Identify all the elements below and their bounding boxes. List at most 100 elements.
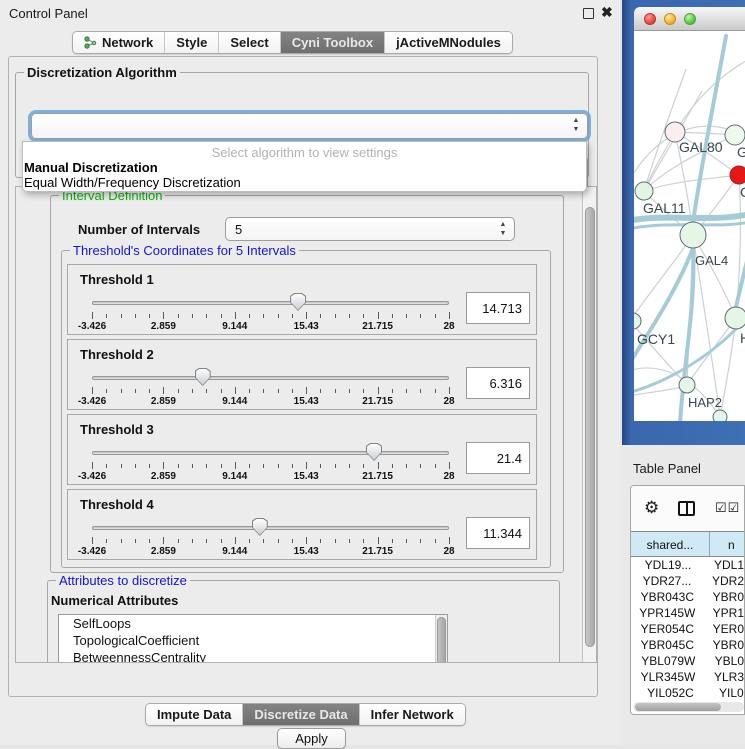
table-rows: YDL19...YDL1YDR27...YDR2YBR043CYBR0YPR14… (631, 558, 744, 698)
close-window-icon[interactable] (644, 13, 656, 25)
threshold-slider[interactable]: -3.4262.8599.14415.4321.71528 (92, 365, 449, 411)
network-node-label: GCY1 (637, 331, 675, 347)
close-icon[interactable]: ✖ (601, 4, 613, 21)
tab-network[interactable]: Network (73, 32, 165, 53)
network-node-label: GAL80 (679, 139, 723, 155)
attributes-group-title: Attributes to discretize (56, 573, 190, 588)
slider-thumb[interactable] (195, 368, 211, 386)
table-header: shared... n (631, 531, 744, 557)
threshold-value-field[interactable]: 21.4 (466, 442, 530, 474)
threshold-slider[interactable]: -3.4262.8599.14415.4321.71528 (92, 515, 449, 561)
scrollbar-thumb[interactable] (437, 617, 446, 663)
slider-ticks (92, 386, 449, 395)
tab-cyni-toolbox[interactable]: Cyni Toolbox (281, 32, 385, 53)
columns-icon[interactable] (678, 501, 695, 516)
threshold-row: Threshold 1 -3.4262.8599.14415.4321.7152… (67, 264, 537, 335)
settings-vertical-scrollbar[interactable] (582, 187, 596, 662)
table-panel-title: Table Panel (633, 461, 701, 476)
table-row[interactable]: YIL052CYIL0 (631, 686, 744, 698)
slider-tick-labels: -3.4262.8599.14415.4321.71528 (92, 321, 449, 333)
float-panel-icon[interactable] (583, 8, 594, 19)
slider-thumb[interactable] (252, 518, 268, 536)
network-node[interactable] (713, 410, 727, 421)
table-row[interactable]: YDL19...YDL1 (631, 558, 744, 574)
attribute-list-item[interactable]: TopologicalCoefficient (59, 632, 447, 649)
gear-icon[interactable]: ⚙ (644, 498, 659, 518)
network-node[interactable] (634, 313, 641, 329)
panel-title: Control Panel (9, 6, 88, 21)
tab-network-label: Network (102, 35, 153, 50)
algorithm-combobox[interactable]: ▲▼ (31, 113, 588, 139)
threshold-slider[interactable]: -3.4262.8599.14415.4321.71528 (92, 290, 449, 336)
table-row[interactable]: YLR345WYLR3 (631, 670, 744, 686)
slider-track[interactable] (92, 451, 449, 455)
threshold-value-field[interactable]: 14.713 (466, 292, 530, 324)
tab-jactivemnodules[interactable]: jActiveMNodules (385, 32, 512, 53)
control-panel: Control Panel ✖ Network Style Select Cyn… (0, 0, 620, 745)
table-row[interactable]: YPR145WYPR1 (631, 606, 744, 622)
table-row[interactable]: YDR27...YDR2 (631, 574, 744, 590)
table-panel: ⚙ ☑☑ shared... n YDL19...YDL1YDR27...YDR… (630, 485, 745, 715)
apply-button[interactable]: Apply (277, 728, 346, 749)
combo-stepper-icon: ▲▼ (570, 116, 582, 134)
slider-track[interactable] (92, 376, 449, 380)
tab-style[interactable]: Style (165, 32, 219, 53)
threshold-slider[interactable]: -3.4262.8599.14415.4321.71528 (92, 440, 449, 486)
slider-track[interactable] (92, 301, 449, 305)
table-row[interactable]: YER054CYER0 (631, 622, 744, 638)
tab-discretize-data[interactable]: Discretize Data (243, 704, 359, 725)
threshold-value-field[interactable]: 11.344 (466, 517, 530, 549)
popup-item-equal-width-frequency[interactable]: Equal Width/Frequency Discretization (24, 175, 241, 190)
number-of-intervals-combobox[interactable]: 5 ▲▼ (225, 217, 515, 241)
numerical-attributes-list[interactable]: SelfLoopsTopologicalCoefficientBetweenne… (58, 614, 448, 663)
attribute-list-item[interactable]: SelfLoops (59, 615, 447, 632)
thresholds-group-title: Threshold's Coordinates for 5 Intervals (70, 243, 299, 258)
scrollbar-thumb[interactable] (635, 703, 721, 711)
network-node[interactable] (725, 307, 745, 329)
zoom-window-icon[interactable] (684, 13, 696, 25)
combo-stepper-icon: ▲▼ (497, 220, 509, 238)
threshold-label: Threshold 3 (68, 415, 536, 437)
slider-track[interactable] (92, 526, 449, 530)
network-node[interactable] (730, 166, 745, 184)
table-row[interactable]: YBR043CYBR0 (631, 590, 744, 606)
network-node[interactable] (725, 125, 745, 145)
network-node[interactable] (679, 377, 695, 393)
column-header-name[interactable]: n (710, 532, 744, 556)
attribute-list-item[interactable]: BetweennessCentrality (59, 649, 447, 663)
select-columns-checkboxes-icon[interactable]: ☑☑ (715, 500, 740, 516)
tab-infer-network[interactable]: Infer Network (360, 704, 465, 725)
network-view[interactable]: GAL80GACGAL11GAL4GCY1HHAP2 (634, 31, 745, 421)
discretization-algorithm-group-title: Discretization Algorithm (24, 65, 180, 80)
slider-tick-labels: -3.4262.8599.14415.4321.71528 (92, 471, 449, 483)
column-header-shared-name[interactable]: shared... (631, 532, 710, 556)
threshold-label: Threshold 1 (68, 265, 536, 287)
control-panel-titlebar: Control Panel ✖ (0, 0, 620, 26)
thresholds-group: Threshold's Coordinates for 5 Intervals … (61, 250, 551, 568)
tab-impute-data[interactable]: Impute Data (146, 704, 243, 725)
tab-select[interactable]: Select (219, 32, 280, 53)
scrollbar-thumb[interactable] (585, 207, 595, 647)
threshold-value-field[interactable]: 6.316 (466, 367, 530, 399)
threshold-list: Threshold 1 -3.4262.8599.14415.4321.7152… (67, 264, 537, 564)
slider-thumb[interactable] (290, 293, 306, 311)
table-row[interactable]: YBR045CYBR0 (631, 638, 744, 654)
threshold-row: Threshold 4 -3.4262.8599.14415.4321.7152… (67, 489, 537, 560)
bottom-tab-bar: Impute Data Discretize Data Infer Networ… (145, 703, 466, 726)
network-node-label: C (740, 184, 745, 200)
slider-thumb[interactable] (366, 443, 382, 461)
attribute-list-scrollbar[interactable] (435, 615, 447, 663)
popup-item-manual-discretization[interactable]: Manual Discretization (24, 160, 158, 175)
network-node[interactable] (635, 182, 653, 200)
table-row[interactable]: YBL079WYBL0 (631, 654, 744, 670)
minimize-window-icon[interactable] (664, 13, 676, 25)
network-canvas-svg: GAL80GACGAL11GAL4GCY1HHAP2 (634, 31, 745, 421)
cyni-toolbox-panel: Discretization Algorithm ▲▼ Table Data g… (8, 56, 598, 697)
network-node[interactable] (680, 222, 706, 248)
numerical-attributes-heading: Numerical Attributes (51, 593, 178, 608)
table-toolbar: ⚙ ☑☑ (631, 486, 744, 531)
table-horizontal-scrollbar[interactable] (633, 702, 744, 712)
slider-tick-labels: -3.4262.8599.14415.4321.71528 (92, 546, 449, 558)
top-tab-bar: Network Style Select Cyni Toolbox jActiv… (72, 31, 513, 54)
network-node-label: GAL11 (643, 200, 686, 216)
